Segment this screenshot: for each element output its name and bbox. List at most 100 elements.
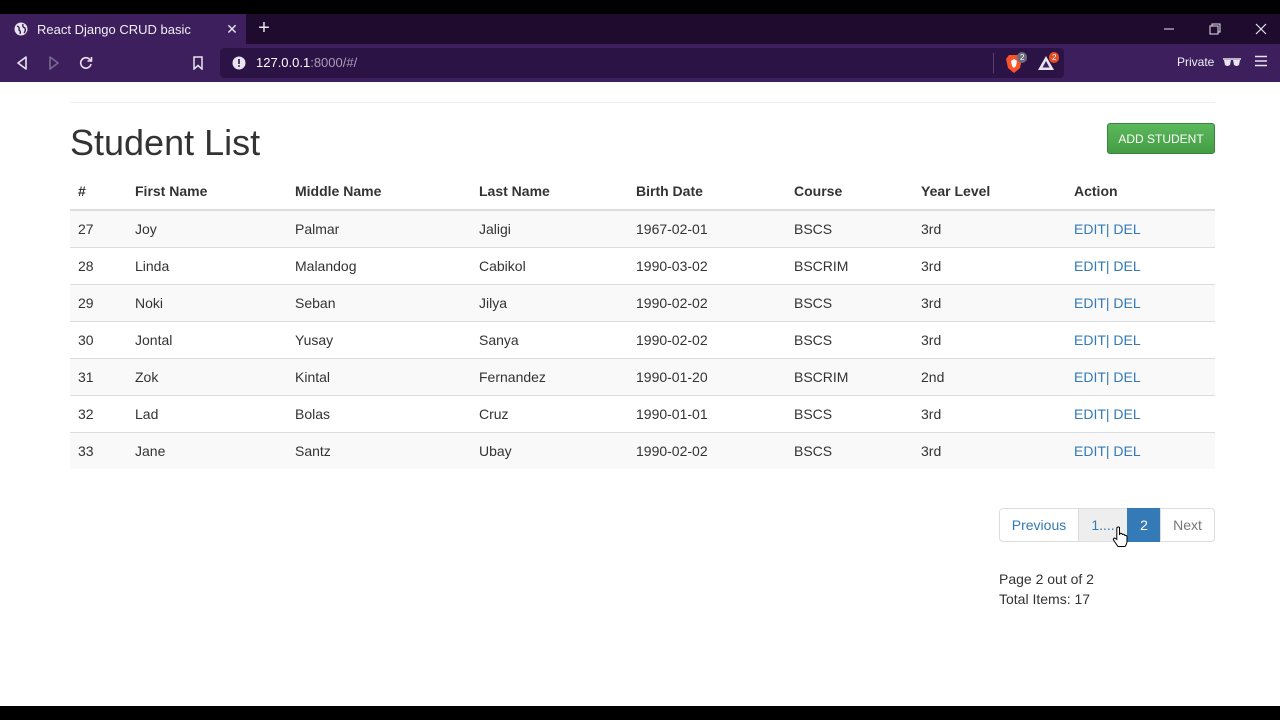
divider xyxy=(70,102,1215,103)
cell-last-name: Jilya xyxy=(471,283,628,321)
cell-first-name: Lad xyxy=(127,394,287,432)
add-student-button[interactable]: ADD STUDENT xyxy=(1107,123,1215,154)
table-row: 30 Jontal Yusay Sanya 1990-02-02 BSCS 3rd EDIT|… xyxy=(70,320,1215,358)
cell-first-name: Zok xyxy=(127,357,287,395)
cell-last-name: Fernandez xyxy=(471,357,628,395)
cell-action: EDIT| DEL xyxy=(1066,209,1215,247)
cell-id: 33 xyxy=(70,431,127,469)
close-tab-icon[interactable]: ✕ xyxy=(220,21,244,38)
header-middle-name: Middle Name xyxy=(287,172,471,211)
cell-year-level: 3rd xyxy=(913,431,1066,469)
cell-action: EDIT| DEL xyxy=(1066,431,1215,469)
header-id: # xyxy=(70,172,127,211)
hamburger-menu-icon[interactable] xyxy=(1254,54,1272,72)
info-icon[interactable] xyxy=(232,56,246,70)
page-info: Page 2 out of 2 Total Items: 17 xyxy=(999,569,1094,609)
pagination: Previous 1.... 2 Next xyxy=(999,508,1215,542)
students-table: # First Name Middle Name Last Name Birth… xyxy=(70,172,1215,469)
cell-id: 30 xyxy=(70,320,127,358)
edit-link[interactable]: EDIT xyxy=(1074,406,1106,422)
page-2-button[interactable]: 2 xyxy=(1127,508,1161,542)
brave-rewards-icon[interactable]: 2 xyxy=(1037,52,1060,74)
globe-icon xyxy=(14,22,28,36)
edit-link[interactable]: EDIT xyxy=(1074,258,1106,274)
cell-year-level: 3rd xyxy=(913,394,1066,432)
header-birth-date: Birth Date xyxy=(628,172,786,211)
cell-course: BSCS xyxy=(786,283,913,321)
cell-middle-name: Palmar xyxy=(287,209,471,247)
edit-link[interactable]: EDIT xyxy=(1074,221,1106,237)
edit-link[interactable]: EDIT xyxy=(1074,369,1106,385)
header-first-name: First Name xyxy=(127,172,287,211)
url-text[interactable]: 127.0.0.1:8000/#/ xyxy=(256,55,357,70)
cell-id: 29 xyxy=(70,283,127,321)
tab-title: React Django CRUD basic xyxy=(37,21,191,37)
delete-link[interactable]: DEL xyxy=(1110,332,1140,348)
tab-strip: React Django CRUD basic ✕ + xyxy=(0,14,1280,44)
previous-page-button[interactable]: Previous xyxy=(999,508,1079,542)
bookmark-icon[interactable] xyxy=(187,52,209,74)
cell-course: BSCS xyxy=(786,209,913,247)
edit-link[interactable]: EDIT xyxy=(1074,332,1106,348)
table-row: 29 Noki Seban Jilya 1990-02-02 BSCS 3rd EDIT| D… xyxy=(70,283,1215,321)
edit-link[interactable]: EDIT xyxy=(1074,295,1106,311)
close-window-icon[interactable] xyxy=(1238,14,1280,44)
page-count-text: Page 2 out of 2 xyxy=(999,571,1094,587)
cell-last-name: Sanya xyxy=(471,320,628,358)
back-icon[interactable] xyxy=(11,52,33,74)
cell-year-level: 3rd xyxy=(913,320,1066,358)
delete-link[interactable]: DEL xyxy=(1110,369,1140,385)
shield-count-badge: 2 xyxy=(1017,52,1028,63)
reload-icon[interactable] xyxy=(75,52,97,74)
brave-shield-icon[interactable]: 2 xyxy=(1005,52,1028,74)
header-course: Course xyxy=(786,172,913,211)
cell-middle-name: Yusay xyxy=(287,320,471,358)
delete-link[interactable]: DEL xyxy=(1110,221,1140,237)
cell-id: 27 xyxy=(70,209,127,247)
cell-middle-name: Kintal xyxy=(287,357,471,395)
cell-last-name: Ubay xyxy=(471,431,628,469)
table-row: 28 Linda Malandog Cabikol 1990-03-02 BSCRIM 3r… xyxy=(70,246,1215,284)
cell-birth-date: 1990-01-20 xyxy=(628,357,786,395)
cell-middle-name: Seban xyxy=(287,283,471,321)
cell-course: BSCRIM xyxy=(786,357,913,395)
table-row: 31 Zok Kintal Fernandez 1990-01-20 BSCRIM 2nd E… xyxy=(70,357,1215,395)
cell-course: BSCRIM xyxy=(786,246,913,284)
cell-year-level: 3rd xyxy=(913,209,1066,247)
cell-year-level: 3rd xyxy=(913,283,1066,321)
browser-window: React Django CRUD basic ✕ + 127.0.0.1:80… xyxy=(0,0,1280,720)
new-tab-button[interactable]: + xyxy=(253,18,275,40)
header-action: Action xyxy=(1066,172,1215,211)
url-path: :8000/#/ xyxy=(310,55,358,70)
rewards-count-badge: 2 xyxy=(1049,52,1060,63)
delete-link[interactable]: DEL xyxy=(1110,406,1140,422)
delete-link[interactable]: DEL xyxy=(1110,295,1140,311)
delete-link[interactable]: DEL xyxy=(1110,258,1140,274)
cell-first-name: Linda xyxy=(127,246,287,284)
tab-active[interactable]: React Django CRUD basic ✕ xyxy=(0,14,246,44)
cell-birth-date: 1967-02-01 xyxy=(628,209,786,247)
cell-year-level: 2nd xyxy=(913,357,1066,395)
edit-link[interactable]: EDIT xyxy=(1074,443,1106,459)
cell-year-level: 3rd xyxy=(913,246,1066,284)
table-header-row: # First Name Middle Name Last Name Birth… xyxy=(70,172,1215,211)
header-year-level: Year Level xyxy=(913,172,1066,211)
cell-birth-date: 1990-02-02 xyxy=(628,320,786,358)
cell-action: EDIT| DEL xyxy=(1066,357,1215,395)
browser-toolbar: 127.0.0.1:8000/#/ 2 2 Private xyxy=(0,44,1280,82)
cell-course: BSCS xyxy=(786,431,913,469)
page-title: Student List xyxy=(70,122,261,163)
next-page-button[interactable]: Next xyxy=(1160,508,1215,542)
table-row: 32 Lad Bolas Cruz 1990-01-01 BSCS 3rd EDIT| DEL xyxy=(70,394,1215,432)
cell-middle-name: Santz xyxy=(287,431,471,469)
cell-action: EDIT| DEL xyxy=(1066,283,1215,321)
delete-link[interactable]: DEL xyxy=(1110,443,1140,459)
cell-first-name: Jontal xyxy=(127,320,287,358)
cell-first-name: Joy xyxy=(127,209,287,247)
minimize-icon[interactable] xyxy=(1146,14,1192,44)
cell-middle-name: Malandog xyxy=(287,246,471,284)
hand-cursor-icon xyxy=(1112,526,1128,548)
address-bar[interactable]: 127.0.0.1:8000/#/ 2 2 xyxy=(220,48,1064,78)
restore-icon[interactable] xyxy=(1192,14,1238,44)
forward-icon[interactable] xyxy=(43,52,65,74)
